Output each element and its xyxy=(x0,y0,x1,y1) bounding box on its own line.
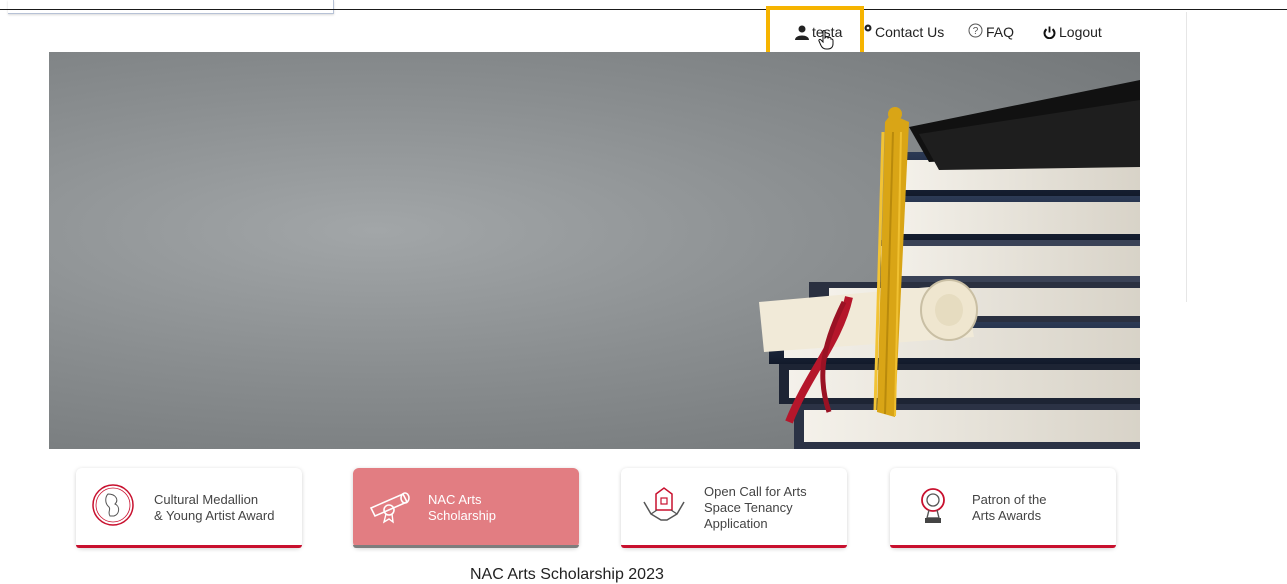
card-label: Patron of the Arts Awards xyxy=(972,492,1046,524)
graduation-books-illustration xyxy=(759,80,1140,449)
trophy-icon xyxy=(908,480,958,530)
card-label-line-2: Scholarship xyxy=(428,508,496,523)
card-label-line-2: & Young Artist Award xyxy=(154,508,275,523)
card-label: Cultural Medallion & Young Artist Award xyxy=(154,492,274,524)
section-title: NAC Arts Scholarship 2023 xyxy=(470,566,664,583)
faq-link[interactable]: ? FAQ xyxy=(968,23,1015,40)
card-label: Open Call for Arts Space Tenancy Applica… xyxy=(704,484,807,532)
top-divider xyxy=(0,9,1287,10)
card-label-line-2: Space Tenancy xyxy=(704,500,793,515)
card-label-line-1: Open Call for Arts xyxy=(704,484,807,499)
building-hands-icon xyxy=(639,480,689,530)
category-cards: Cultural Medallion & Young Artist Award … xyxy=(0,468,1287,550)
card-label-line-1: NAC Arts xyxy=(428,492,482,507)
svg-text:?: ? xyxy=(973,26,979,37)
logout-link[interactable]: Logout xyxy=(1043,24,1102,40)
card-label-line-3: Application xyxy=(704,516,768,531)
logout-label: Logout xyxy=(1059,24,1102,40)
top-left-box xyxy=(8,0,334,14)
card-label-line-2: Arts Awards xyxy=(972,508,1042,523)
card-patron-of-the-arts[interactable]: Patron of the Arts Awards xyxy=(890,468,1116,548)
hero-banner xyxy=(49,52,1140,449)
diploma-icon xyxy=(367,480,417,530)
question-circle-icon: ? xyxy=(968,23,983,38)
page-frame-line xyxy=(1186,12,1187,302)
contact-icon xyxy=(864,24,872,32)
card-label-line-1: Patron of the xyxy=(972,492,1047,507)
card-nac-arts-scholarship[interactable]: NAC Arts Scholarship xyxy=(353,468,579,548)
card-label: NAC Arts Scholarship xyxy=(428,492,496,524)
card-label-line-1: Cultural Medallion xyxy=(154,492,259,507)
faq-label: FAQ xyxy=(986,24,1015,40)
card-open-call-arts-space[interactable]: Open Call for Arts Space Tenancy Applica… xyxy=(621,468,847,548)
contact-us-link[interactable]: Contact Us xyxy=(864,24,944,40)
medallion-icon xyxy=(88,480,138,530)
focus-highlight-box xyxy=(766,6,864,58)
card-cultural-medallion[interactable]: Cultural Medallion & Young Artist Award xyxy=(76,468,302,548)
contact-us-label: Contact Us xyxy=(875,24,945,40)
power-icon xyxy=(1043,26,1056,39)
